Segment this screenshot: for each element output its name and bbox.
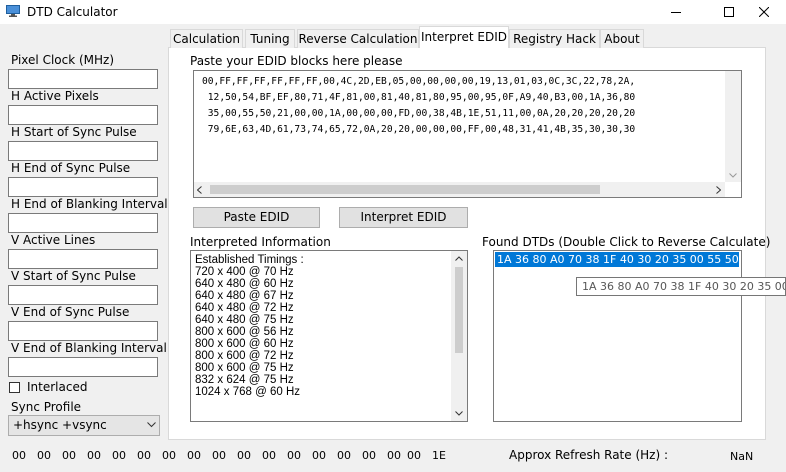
dtd-list-item[interactable]: 1A 36 80 A0 70 38 1F 40 30 20 35 00 55 5…	[495, 252, 739, 267]
tab-calculation[interactable]: Calculation	[170, 29, 243, 48]
edid-horizontal-scrollbar[interactable]	[194, 182, 725, 197]
v-active-lines-input[interactable]	[8, 249, 158, 269]
interpreted-info-label: Interpreted Information	[190, 235, 331, 249]
byte-value: 00	[262, 449, 276, 462]
byte-value: 00	[187, 449, 201, 462]
interpreted-line: 640 x 480 @ 75 Hz	[195, 314, 294, 326]
sync-profile-select[interactable]: +hsync +vsync	[8, 415, 160, 436]
v-start-sync-input[interactable]	[8, 285, 158, 305]
h-active-pixels-input[interactable]	[8, 105, 158, 125]
interlaced-label: Interlaced	[27, 380, 88, 394]
interpreted-scroll-thumb[interactable]	[455, 267, 463, 353]
chevron-left-icon	[197, 186, 202, 194]
edid-vertical-scrollbar[interactable]	[725, 71, 741, 182]
h-end-blanking-input[interactable]	[8, 213, 158, 233]
interpreted-line: 832 x 624 @ 75 Hz	[195, 374, 294, 386]
edid-scroll-thumb[interactable]	[210, 185, 600, 194]
refresh-rate-value: NaN	[730, 450, 754, 463]
byte-value: 00	[287, 449, 301, 462]
v-end-blanking-label: V End of Blanking Interval	[11, 341, 167, 355]
tab-registry-hack[interactable]: Registry Hack	[509, 29, 600, 48]
found-dtds-list[interactable]: 1A 36 80 A0 70 38 1F 40 30 20 35 00 55 5…	[493, 250, 742, 422]
paste-edid-button[interactable]: Paste EDID	[193, 207, 320, 228]
chevron-down-icon	[455, 411, 463, 416]
interpreted-line: 640 x 480 @ 72 Hz	[195, 302, 294, 314]
refresh-rate-label: Approx Refresh Rate (Hz) :	[509, 448, 669, 462]
chevron-down-icon	[147, 422, 156, 428]
maximize-icon	[724, 7, 734, 17]
found-dtds-label: Found DTDs (Double Click to Reverse Calc…	[482, 235, 771, 249]
h-start-sync-input[interactable]	[8, 141, 158, 161]
byte-value: 00	[12, 449, 26, 462]
v-end-blanking-input[interactable]	[8, 357, 158, 377]
byte-value: 00	[37, 449, 51, 462]
tab-interpret-edid[interactable]: Interpret EDID	[419, 26, 509, 48]
tab-about[interactable]: About	[600, 29, 644, 48]
title-bar[interactable]: DTD Calculator	[0, 0, 786, 24]
interpret-edid-button[interactable]: Interpret EDID	[339, 207, 468, 228]
h-start-sync-label: H Start of Sync Pulse	[11, 125, 137, 139]
close-icon	[759, 7, 769, 17]
interpreted-line: 640 x 480 @ 67 Hz	[195, 290, 294, 302]
byte-value: 00	[212, 449, 226, 462]
v-active-lines-label: V Active Lines	[11, 233, 96, 247]
window-title: DTD Calculator	[27, 5, 118, 19]
byte-value: 00	[87, 449, 101, 462]
edid-input[interactable]: 00,FF,FF,FF,FF,FF,FF,00,4C,2D,EB,05,00,0…	[193, 70, 742, 198]
edid-line: 12,50,54,BF,EF,80,71,4F,81,00,81,40,81,8…	[202, 92, 636, 103]
paste-edid-label: Paste your EDID blocks here please	[190, 54, 403, 68]
byte-value: 1E	[432, 449, 446, 462]
byte-value: 00	[112, 449, 126, 462]
tab-reverse-calculation[interactable]: Reverse Calculation	[297, 29, 419, 48]
interpreted-line: 800 x 600 @ 60 Hz	[195, 338, 294, 350]
byte-value: 00	[312, 449, 326, 462]
sync-profile-value: +hsync +vsync	[13, 418, 107, 432]
interpreted-line: 640 x 480 @ 60 Hz	[195, 278, 294, 290]
edid-line: 00,FF,FF,FF,FF,FF,FF,00,4C,2D,EB,05,00,0…	[202, 76, 636, 87]
byte-value: 00	[237, 449, 251, 462]
byte-value: 00	[362, 449, 376, 462]
chevron-right-icon	[716, 186, 721, 194]
interpreted-vertical-scrollbar[interactable]	[451, 251, 467, 421]
minimize-button[interactable]	[654, 0, 698, 24]
byte-value: 00	[387, 449, 401, 462]
byte-value: 00	[337, 449, 351, 462]
byte-value: 00	[62, 449, 76, 462]
v-start-sync-label: V Start of Sync Pulse	[11, 269, 136, 283]
interpreted-line: 800 x 600 @ 72 Hz	[195, 350, 294, 362]
byte-value: 00	[162, 449, 176, 462]
minimize-icon	[671, 12, 681, 13]
v-end-sync-label: V End of Sync Pulse	[11, 305, 130, 319]
tab-tuning[interactable]: Tuning	[245, 29, 295, 48]
interpreted-line: 1024 x 768 @ 60 Hz	[195, 386, 301, 398]
h-active-pixels-label: H Active Pixels	[11, 89, 99, 103]
sync-profile-label: Sync Profile	[11, 400, 82, 414]
h-end-blanking-label: H End of Blanking Interval	[11, 197, 168, 211]
chevron-up-icon	[455, 256, 463, 261]
interpreted-line: 720 x 400 @ 70 Hz	[195, 266, 294, 278]
byte-value: 00	[407, 449, 421, 462]
interpreted-line: Established Timings :	[195, 254, 304, 266]
h-end-sync-input[interactable]	[8, 177, 158, 197]
h-end-sync-label: H End of Sync Pulse	[11, 161, 131, 175]
v-end-sync-input[interactable]	[8, 321, 158, 341]
chevron-down-icon	[729, 173, 737, 178]
interpreted-line: 800 x 600 @ 56 Hz	[195, 326, 294, 338]
interlaced-checkbox[interactable]	[9, 382, 20, 393]
edid-line: 35,00,55,50,21,00,00,1A,00,00,00,FD,00,3…	[202, 108, 636, 119]
byte-value: 00	[137, 449, 151, 462]
dtd-tooltip: 1A 36 80 A0 70 38 1F 40 30 20 35 00 55 5…	[576, 277, 786, 296]
edid-line: 79,6E,63,4D,61,73,74,65,72,0A,20,20,00,0…	[202, 124, 636, 135]
monitor-icon	[6, 5, 20, 17]
pixel-clock-label: Pixel Clock (MHz)	[11, 53, 115, 67]
close-button[interactable]	[742, 0, 786, 24]
pixel-clock-input[interactable]	[8, 69, 158, 89]
interpreted-line: 800 x 600 @ 75 Hz	[195, 362, 294, 374]
interpreted-info-textbox[interactable]: Established Timings : 720 x 400 @ 70 Hz …	[190, 250, 468, 422]
